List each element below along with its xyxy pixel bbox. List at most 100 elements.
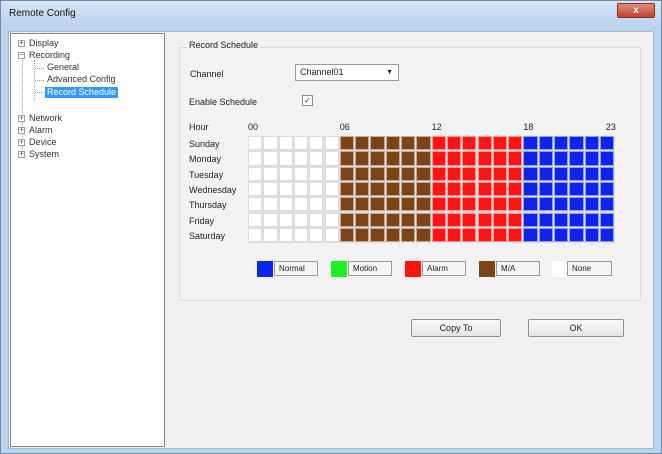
expand-alarm-icon[interactable]: +	[18, 127, 25, 134]
schedule-cell[interactable]	[278, 181, 293, 197]
schedule-cell[interactable]	[508, 136, 523, 151]
schedule-cell[interactable]	[523, 227, 538, 243]
schedule-cell[interactable]	[385, 227, 400, 243]
schedule-cell[interactable]	[523, 166, 538, 181]
schedule-cell[interactable]	[385, 136, 400, 151]
schedule-cell[interactable]	[477, 212, 492, 227]
legend-button-normal[interactable]: Normal	[274, 261, 318, 276]
schedule-cell[interactable]	[324, 136, 339, 151]
schedule-cell[interactable]	[599, 181, 615, 197]
schedule-cell[interactable]	[385, 212, 400, 227]
schedule-cell[interactable]	[293, 227, 309, 243]
schedule-cell[interactable]	[263, 212, 278, 227]
schedule-cell[interactable]	[309, 227, 324, 243]
schedule-cell[interactable]	[431, 136, 446, 151]
schedule-cell[interactable]	[446, 181, 462, 197]
tree-item-device[interactable]: Device	[29, 137, 57, 148]
schedule-cell[interactable]	[569, 181, 584, 197]
schedule-cell[interactable]	[401, 181, 416, 197]
schedule-cell[interactable]	[401, 151, 416, 166]
schedule-cell[interactable]	[416, 136, 431, 151]
schedule-cell[interactable]	[569, 197, 584, 212]
schedule-cell[interactable]	[584, 151, 599, 166]
schedule-cell[interactable]	[431, 166, 446, 181]
schedule-cell[interactable]	[339, 151, 355, 166]
schedule-cell[interactable]	[278, 136, 293, 151]
schedule-cell[interactable]	[508, 151, 523, 166]
schedule-cell[interactable]	[584, 227, 599, 243]
schedule-cell[interactable]	[569, 212, 584, 227]
schedule-cell[interactable]	[370, 151, 385, 166]
schedule-cell[interactable]	[248, 227, 263, 243]
schedule-cell[interactable]	[523, 212, 538, 227]
legend-button-motion[interactable]: Motion	[348, 261, 392, 276]
schedule-cell[interactable]	[569, 227, 584, 243]
schedule-cell[interactable]	[263, 227, 278, 243]
schedule-cell[interactable]	[385, 151, 400, 166]
schedule-cell[interactable]	[569, 136, 584, 151]
schedule-cell[interactable]	[339, 136, 355, 151]
schedule-cell[interactable]	[401, 197, 416, 212]
schedule-cell[interactable]	[523, 197, 538, 212]
schedule-cell[interactable]	[584, 212, 599, 227]
schedule-cell[interactable]	[401, 166, 416, 181]
schedule-grid[interactable]	[248, 136, 616, 244]
schedule-cell[interactable]	[599, 227, 615, 243]
expand-display-icon[interactable]: +	[18, 40, 25, 47]
schedule-cell[interactable]	[385, 166, 400, 181]
schedule-cell[interactable]	[370, 136, 385, 151]
schedule-cell[interactable]	[263, 136, 278, 151]
schedule-cell[interactable]	[293, 212, 309, 227]
schedule-cell[interactable]	[523, 181, 538, 197]
legend-button-ma[interactable]: M/A	[496, 261, 540, 276]
tree-item-network[interactable]: Network	[29, 113, 62, 124]
schedule-cell[interactable]	[462, 166, 477, 181]
schedule-cell[interactable]	[538, 212, 553, 227]
schedule-cell[interactable]	[370, 212, 385, 227]
schedule-cell[interactable]	[355, 151, 370, 166]
schedule-cell[interactable]	[324, 197, 339, 212]
schedule-cell[interactable]	[355, 181, 370, 197]
schedule-cell[interactable]	[538, 136, 553, 151]
collapse-recording-icon[interactable]: −	[18, 52, 25, 59]
schedule-cell[interactable]	[416, 212, 431, 227]
schedule-cell[interactable]	[462, 136, 477, 151]
schedule-cell[interactable]	[355, 197, 370, 212]
tree-item-advanced-config[interactable]: Advanced Config	[47, 74, 116, 85]
schedule-cell[interactable]	[599, 197, 615, 212]
schedule-cell[interactable]	[538, 197, 553, 212]
schedule-cell[interactable]	[248, 136, 263, 151]
schedule-cell[interactable]	[309, 197, 324, 212]
tree-item-record-schedule[interactable]: Record Schedule	[45, 87, 119, 98]
schedule-cell[interactable]	[508, 181, 523, 197]
schedule-cell[interactable]	[248, 181, 263, 197]
schedule-cell[interactable]	[431, 227, 446, 243]
schedule-cell[interactable]	[416, 197, 431, 212]
schedule-cell[interactable]	[508, 197, 523, 212]
schedule-cell[interactable]	[248, 197, 263, 212]
schedule-cell[interactable]	[599, 166, 615, 181]
expand-device-icon[interactable]: +	[18, 139, 25, 146]
schedule-cell[interactable]	[263, 151, 278, 166]
schedule-cell[interactable]	[554, 136, 569, 151]
schedule-cell[interactable]	[385, 181, 400, 197]
schedule-cell[interactable]	[569, 151, 584, 166]
schedule-cell[interactable]	[385, 197, 400, 212]
schedule-cell[interactable]	[293, 181, 309, 197]
schedule-cell[interactable]	[293, 151, 309, 166]
schedule-cell[interactable]	[355, 166, 370, 181]
schedule-cell[interactable]	[370, 227, 385, 243]
schedule-cell[interactable]	[339, 197, 355, 212]
schedule-cell[interactable]	[446, 227, 462, 243]
schedule-cell[interactable]	[599, 136, 615, 151]
schedule-cell[interactable]	[278, 166, 293, 181]
schedule-cell[interactable]	[584, 197, 599, 212]
schedule-cell[interactable]	[416, 181, 431, 197]
channel-select[interactable]: Channel01 ▼	[295, 64, 399, 81]
schedule-cell[interactable]	[538, 166, 553, 181]
config-tree[interactable]: + Display − Recording General Advanced C…	[10, 33, 165, 447]
ok-button[interactable]: OK	[528, 319, 624, 337]
schedule-cell[interactable]	[523, 136, 538, 151]
schedule-cell[interactable]	[278, 197, 293, 212]
schedule-cell[interactable]	[416, 166, 431, 181]
